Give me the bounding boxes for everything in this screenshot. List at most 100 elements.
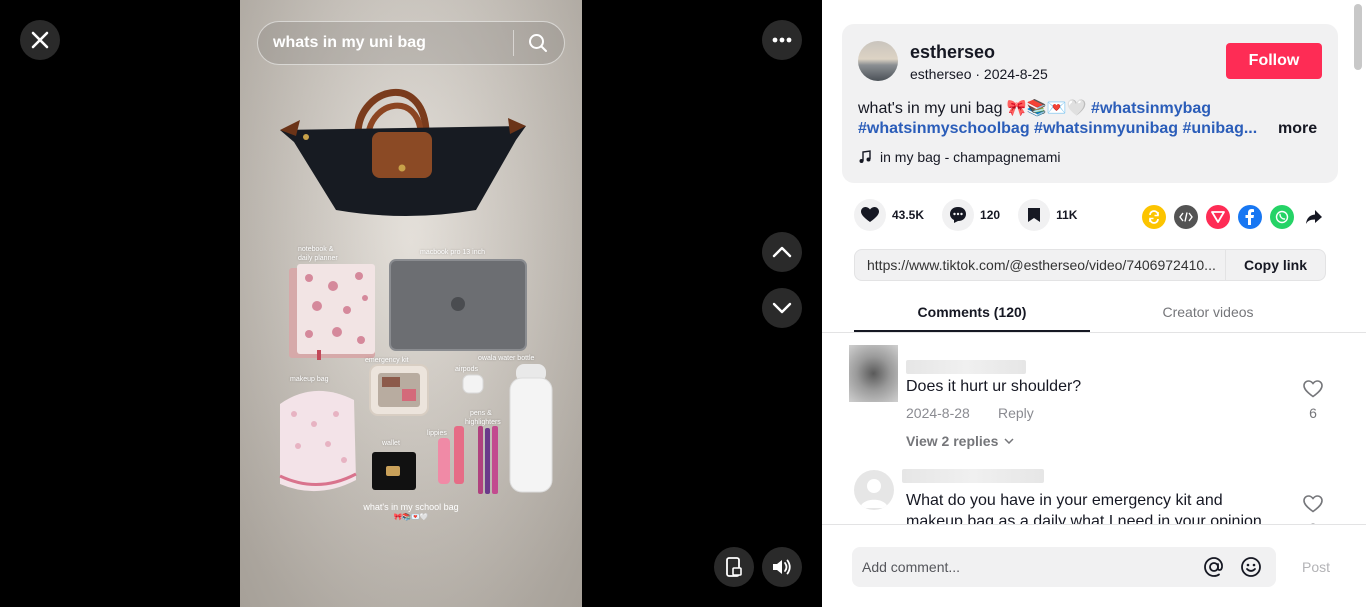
author-username[interactable]: estherseo	[910, 42, 995, 63]
more-options-button[interactable]	[762, 20, 802, 60]
hashtag-links[interactable]: #whatsinmyschoolbag #whatsinmyunibag #un…	[858, 120, 1257, 137]
post-description-line2: #whatsinmyschoolbag #whatsinmyunibag #un…	[858, 120, 1257, 138]
default-user-icon	[860, 479, 888, 508]
emoji-icon[interactable]	[1239, 555, 1263, 579]
description-text: what's in my uni bag 🎀📚💌🤍	[858, 100, 1087, 117]
comment-tabs: Comments (120) Creator videos	[822, 296, 1366, 333]
chevron-down-icon	[1004, 438, 1014, 444]
engagement-bar: 43.5K 120 11K	[854, 199, 1095, 231]
like-action[interactable]: 43.5K	[854, 199, 924, 231]
author-avatar[interactable]	[858, 41, 898, 81]
macbook-image	[389, 259, 527, 351]
save-button[interactable]	[1018, 199, 1051, 231]
pens-image	[478, 426, 498, 494]
video-caption-emoji: 🎀📚💌🤍	[393, 514, 429, 521]
repost-icon[interactable]	[1142, 205, 1166, 229]
send-icon[interactable]	[1206, 205, 1230, 229]
comment-count: 120	[980, 208, 1001, 222]
search-divider	[513, 30, 514, 56]
heart-outline-icon[interactable]	[1303, 380, 1323, 398]
close-icon	[31, 31, 49, 49]
post-info-card: estherseo estherseo · 2024-8-25 Follow w…	[842, 24, 1338, 183]
airpods-image	[462, 374, 484, 394]
search-icon[interactable]	[528, 33, 548, 53]
tab-comments[interactable]: Comments (120)	[854, 304, 1090, 320]
share-buttons	[1142, 205, 1326, 229]
post-comment-button[interactable]: Post	[1302, 559, 1330, 575]
video-caption: what's in my school bag	[363, 502, 459, 512]
comment-like-count: 6	[1309, 405, 1317, 421]
chevron-down-icon	[772, 302, 792, 314]
music-title[interactable]: in my bag - champagnemami	[880, 149, 1061, 165]
tab-creator-videos[interactable]: Creator videos	[1090, 304, 1326, 320]
active-tab-indicator	[854, 330, 1090, 332]
reply-button[interactable]: Reply	[998, 405, 1034, 421]
comment-like[interactable]: 6	[1301, 380, 1325, 421]
comment-button[interactable]	[942, 199, 975, 231]
whatsapp-icon[interactable]	[1270, 205, 1294, 229]
picture-in-picture-icon	[726, 557, 742, 577]
like-button[interactable]	[854, 199, 886, 231]
heart-icon	[861, 207, 879, 222]
planner-label: daily planner	[298, 255, 338, 262]
next-video-button[interactable]	[762, 288, 802, 328]
owala-label: owala water bottle	[478, 355, 535, 362]
save-action[interactable]: 11K	[1018, 199, 1077, 231]
facebook-icon[interactable]	[1238, 205, 1262, 229]
comment-like[interactable]: 0	[1301, 495, 1325, 524]
previous-video-button[interactable]	[762, 232, 802, 272]
music-info[interactable]: in my bag - champagnemami	[858, 149, 1061, 165]
comment-list: Does it hurt ur shoulder? 2024-8-28 Repl…	[822, 334, 1366, 524]
bookmark-icon	[1028, 208, 1041, 222]
video-stage: whats in my uni bag notebook & daily pla…	[0, 0, 822, 607]
comment-input-placeholder[interactable]: Add comment...	[862, 559, 1202, 575]
commenter-name-blurred[interactable]	[902, 469, 1044, 483]
pens-label: pens &	[470, 410, 492, 417]
copy-link-box: https://www.tiktok.com/@estherseo/video/…	[854, 249, 1326, 281]
tiktok-video-viewer: whats in my uni bag notebook & daily pla…	[0, 0, 1366, 607]
notebook-label: notebook &	[298, 246, 334, 253]
lippies-image	[438, 426, 464, 484]
commenter-avatar-default[interactable]	[854, 470, 894, 510]
comment-text: Does it hurt ur shoulder?	[906, 378, 1082, 395]
comment-text: What do you have in your emergency kit a…	[906, 492, 1223, 509]
comment-input[interactable]: Add comment...	[852, 547, 1276, 587]
post-description-line1: what's in my uni bag 🎀📚💌🤍 #whatsinmybag	[858, 98, 1211, 118]
comment-action[interactable]: 120	[942, 199, 1000, 231]
hashtag-link[interactable]: #whatsinmybag	[1091, 100, 1211, 117]
airpods-label: airpods	[455, 366, 478, 373]
notebook-image	[289, 264, 375, 360]
more-description-link[interactable]: more	[1278, 120, 1317, 138]
makeup-bag-image	[279, 390, 357, 492]
commenter-name-blurred[interactable]	[906, 360, 1026, 374]
more-dots-icon	[772, 37, 792, 43]
music-note-icon	[859, 150, 871, 163]
heart-outline-icon[interactable]	[1303, 495, 1323, 513]
copy-link-button[interactable]: Copy link	[1225, 250, 1325, 280]
follow-button[interactable]: Follow	[1226, 43, 1322, 79]
emergency-kit-image	[369, 364, 429, 416]
scrollbar[interactable]	[1354, 4, 1362, 70]
like-count: 43.5K	[892, 208, 925, 222]
view-replies-button[interactable]: View 2 replies	[906, 433, 1014, 449]
mention-icon[interactable]	[1202, 555, 1226, 579]
video-url[interactable]: https://www.tiktok.com/@estherseo/video/…	[855, 257, 1225, 273]
makeup-bag-label: makeup bag	[290, 376, 329, 383]
comment-icon	[950, 207, 967, 223]
post-detail-panel: estherseo estherseo · 2024-8-25 Follow w…	[822, 0, 1366, 607]
volume-button[interactable]	[762, 547, 802, 587]
volume-icon	[773, 559, 791, 575]
share-arrow-icon[interactable]	[1302, 205, 1326, 229]
search-query[interactable]: whats in my uni bag	[273, 34, 513, 52]
embed-icon[interactable]	[1174, 205, 1198, 229]
floating-player-button[interactable]	[714, 547, 754, 587]
author-handle-date[interactable]: estherseo · 2024-8-25	[910, 66, 1048, 82]
video-player[interactable]: whats in my uni bag notebook & daily pla…	[240, 0, 582, 607]
video-search-box[interactable]: whats in my uni bag	[257, 21, 565, 65]
view-replies-label[interactable]: View 2 replies	[906, 433, 998, 449]
comment-date: 2024-8-28	[906, 405, 970, 421]
handbag-image	[280, 88, 526, 216]
close-button[interactable]	[20, 20, 60, 60]
chevron-up-icon	[772, 246, 792, 258]
commenter-avatar[interactable]	[849, 345, 898, 402]
